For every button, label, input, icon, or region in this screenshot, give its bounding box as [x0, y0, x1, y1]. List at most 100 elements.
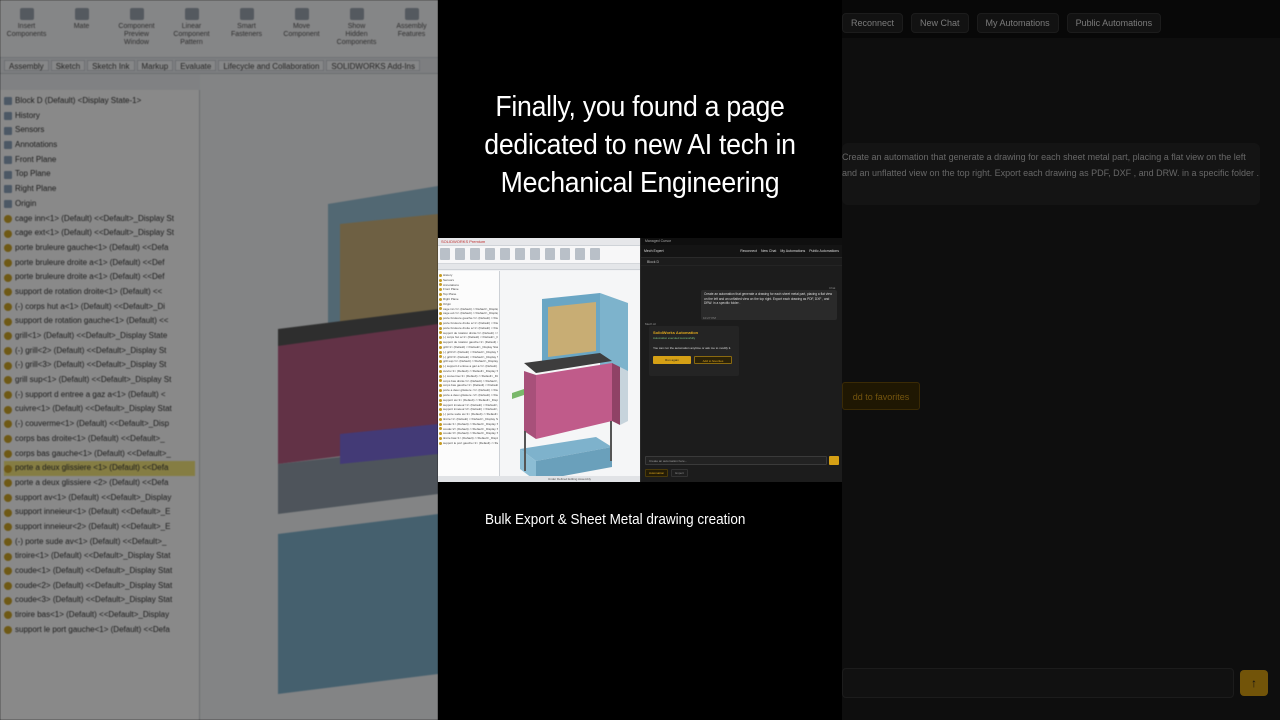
mini-part-icon — [439, 350, 442, 354]
part-icon — [4, 200, 12, 209]
mini-part-icon — [439, 427, 442, 431]
tree-row-label: porte a deux glissiere <1> (Default) <<D… — [15, 463, 169, 473]
mini-part-icon — [439, 312, 442, 316]
tree-row-label: cage inn<1> (Default) <<Default>_Display… — [15, 213, 174, 223]
part-icon — [4, 611, 12, 620]
mini-add-favorites-button[interactable]: Add to favorites — [694, 356, 732, 364]
mini-part-icon — [439, 379, 442, 383]
mini-part-icon — [439, 436, 442, 440]
mini-app-topbar: Mech Expert Reconnect New Chat My Automa… — [641, 245, 842, 258]
mini-part-icon — [439, 384, 442, 388]
part-icon — [4, 141, 12, 150]
ribbon-icon — [129, 8, 144, 20]
part-icon — [4, 449, 12, 458]
mini-chip-automation[interactable]: Automation — [645, 469, 669, 477]
mini-run-again-button[interactable]: Run again — [653, 356, 691, 364]
mini-send-icon[interactable] — [829, 456, 839, 465]
mini-mode-chips: Automation Expert — [645, 469, 688, 477]
mini-chat-input[interactable]: Create an automation here... — [645, 456, 827, 465]
mini-cad-viewport — [500, 271, 640, 482]
mini-app-title: Mech Expert — [644, 249, 664, 253]
mini-part-icon — [439, 389, 442, 393]
mini-part-icon — [439, 408, 442, 412]
ribbon-label: Component Preview Window — [118, 23, 155, 46]
ribbon-icon — [349, 8, 364, 20]
part-icon — [4, 126, 12, 135]
part-icon — [4, 464, 12, 473]
tree-row: support inneieur<2> (Default) <<Default>… — [4, 520, 195, 535]
ribbon-icon — [74, 8, 89, 20]
cad-tab: Assembly — [4, 60, 49, 71]
tree-row: corps bas droite<1> (Default) <<Default>… — [4, 432, 195, 447]
ribbon-icon — [404, 8, 419, 20]
mini-part-icon — [439, 441, 442, 445]
part-icon — [4, 170, 12, 179]
tree-row: History — [4, 109, 195, 124]
part-icon — [4, 582, 12, 591]
tree-root: Block D (Default) <Display State-1> — [4, 94, 195, 109]
mini-my-automations-button[interactable]: My Automations — [780, 249, 805, 253]
mini-part-icon — [439, 307, 442, 311]
headline-line-2: dedicated to new AI tech in — [484, 129, 796, 161]
mini-part-icon — [439, 336, 442, 340]
tree-row-label: support le port gauche<1> (Default) <<De… — [15, 624, 170, 634]
background-chat-app: Reconnect New Chat My Automations Public… — [842, 0, 1280, 720]
part-icon — [4, 258, 12, 267]
tree-row: corps bas gauche<1> (Default) <<Default>… — [4, 447, 195, 462]
mini-app-breadcrumb: Block D — [641, 258, 842, 266]
tree-row-label: support inneieur<2> (Default) <<Default>… — [15, 521, 171, 531]
part-icon — [4, 244, 12, 253]
new-chat-button-bg: New Chat — [911, 13, 969, 33]
part-icon — [4, 214, 12, 223]
part-icon — [4, 317, 12, 326]
mini-reconnect-button[interactable]: Reconnect — [740, 249, 757, 253]
mini-chip-expert[interactable]: Expert — [671, 469, 688, 477]
cad-ribbon: Insert Components Mate Component Preview W… — [0, 0, 438, 58]
tree-row-label: support de rotation droite<1> (Default) … — [15, 286, 163, 296]
mini-part-icon — [439, 278, 442, 282]
mini-part-icon — [439, 355, 442, 359]
cad-tab: Sketch Ink — [87, 60, 135, 71]
part-icon — [4, 391, 12, 400]
part-icon — [4, 185, 12, 194]
mini-cad-tabs — [438, 264, 640, 270]
tree-row-label: cage ext<1> (Default) <<Default>_Display… — [15, 228, 174, 238]
tree-row: grill sup<1> (Default) <<Default>_Displa… — [4, 373, 195, 388]
mini-chat-app: Managed Cursor Mech Expert Reconnect New… — [640, 238, 842, 482]
chat-input-bg — [842, 668, 1234, 698]
tree-row-label: (-) couverme<1> (Default) <<Default>_Dis… — [15, 419, 170, 429]
tree-row: (-) grill<2> (Default) <<Default>_Displa… — [4, 344, 195, 359]
tree-row-label: coude<3> (Default) <<Default>_Display St… — [15, 595, 173, 605]
cad-tab: SOLIDWORKS Add-Ins — [326, 60, 420, 71]
mini-cad-title: SOLIDWORKS Premium — [438, 238, 640, 246]
tree-row-label: tiroire<1> (Default) <<Default>_Display … — [15, 551, 171, 561]
mini-part-icon — [439, 297, 442, 301]
tree-row-label: porte bruleure droite a<1> (Default) <<D… — [15, 272, 165, 282]
mini-public-automations-button[interactable]: Public Automations — [809, 249, 839, 253]
mini-part-icon — [439, 288, 442, 292]
tree-row: Origin — [4, 197, 195, 212]
cad-viewport — [200, 74, 438, 720]
user-message-bg: Create an automation that generate a dra… — [842, 143, 1260, 205]
my-automations-button-bg: My Automations — [976, 13, 1059, 33]
mini-cad-window: SOLIDWORKS Premium History Sensors Annotat… — [438, 238, 640, 482]
tree-row-label: (-) support d entree a gaz a<1> (Default… — [15, 389, 166, 399]
mini-tree-row-label: support le port gauche<1> (Default) <<De… — [443, 440, 498, 445]
ribbon-icon — [294, 8, 309, 20]
mini-cad-tree: History Sensors Annotations Front Plane Top … — [438, 271, 500, 482]
headline-line-1: Finally, you found a page — [495, 91, 785, 123]
user-message-text-bg: Create an automation that generate a dra… — [842, 152, 1260, 178]
part-icon — [4, 523, 12, 532]
ribbon-label: Insert Components — [6, 23, 47, 38]
mini-user-message-text: Create an automation that generate a dra… — [704, 292, 833, 306]
tree-root-label: Block D (Default) <Display State-1> — [15, 96, 142, 105]
ribbon-button: Show Hidden Components — [336, 8, 377, 49]
ribbon-label: Assembly Features — [396, 23, 427, 38]
tree-row: porte bruleure droite a<1> (Default) <<D… — [4, 270, 195, 285]
mini-new-chat-button[interactable]: New Chat — [761, 249, 776, 253]
ribbon-button: Move Component — [281, 8, 322, 49]
tree-row: cuivre<1> (Default) <<Default>_Display S… — [4, 402, 195, 417]
tree-row-label: support de rotation gauche<1> (Default) … — [15, 316, 169, 326]
tree-row: support inneieur<1> (Default) <<Default>… — [4, 505, 195, 520]
mini-part-icon — [439, 432, 442, 436]
